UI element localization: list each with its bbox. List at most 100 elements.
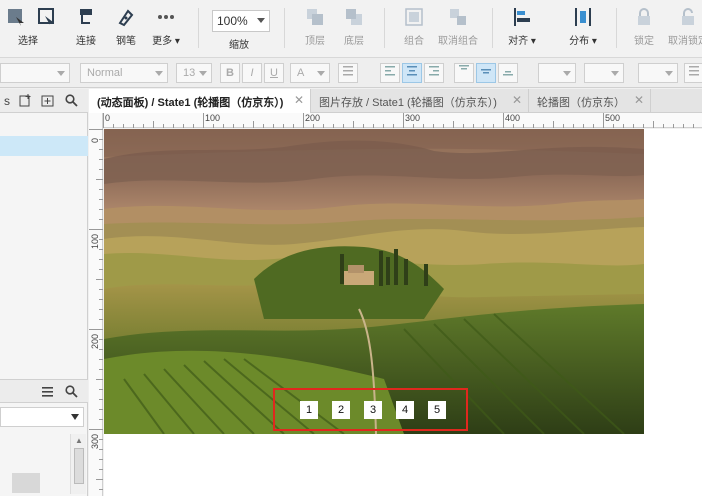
text-align-center-icon: [407, 66, 417, 76]
chevron-down-icon: [665, 71, 673, 76]
ruler-label: 200: [90, 333, 100, 349]
send-back-icon: [343, 6, 365, 28]
align-text-left-button[interactable]: [380, 63, 400, 83]
toolbar-divider: [492, 8, 493, 48]
page-button-3[interactable]: 3: [364, 401, 382, 419]
close-icon[interactable]: ✕: [294, 93, 304, 107]
unlock-label: 取消锁定: [668, 36, 702, 47]
group-button[interactable]: 组合: [394, 6, 434, 47]
page-button-1[interactable]: 1: [300, 401, 318, 419]
ungroup-label: 取消组合: [438, 36, 478, 47]
group-label: 组合: [404, 36, 424, 47]
page-button-2[interactable]: 2: [332, 401, 350, 419]
scroll-up-icon[interactable]: ▲: [75, 436, 83, 445]
tab-carousel-page[interactable]: 轮播图（仿京东） ✕: [529, 89, 651, 113]
text-align-right-icon: [429, 66, 439, 76]
list-button[interactable]: [338, 63, 358, 83]
search-icon[interactable]: [64, 385, 78, 399]
valign-middle-button[interactable]: [476, 63, 496, 83]
chevron-down-icon: [155, 71, 163, 76]
ungroup-button[interactable]: 取消组合: [438, 6, 478, 47]
search-icon[interactable]: [64, 94, 78, 108]
font-family-select[interactable]: [0, 63, 70, 83]
tab-label: (动态面板) / State1 (轮播图（仿京东）): [97, 97, 284, 109]
bring-front-icon: [304, 6, 326, 28]
ruler-label: 300: [90, 433, 100, 449]
tool-connect-button[interactable]: 连接: [66, 6, 106, 47]
bring-front-label: 顶层: [305, 36, 325, 47]
toolbar-divider: [284, 8, 285, 48]
valign-bottom-icon: [503, 71, 513, 76]
main-toolbar: 选择 连接 钢笔 更多 ▾ 100% 缩放 顶层 底层 组合 取消组合 对齐 ▾…: [0, 0, 702, 58]
font-style-select[interactable]: Normal: [80, 63, 168, 83]
line-style-button[interactable]: [684, 63, 702, 83]
page-button-4[interactable]: 4: [396, 401, 414, 419]
italic-button[interactable]: I: [242, 63, 262, 83]
shadow-select[interactable]: [584, 63, 624, 83]
page-button-5[interactable]: 5: [428, 401, 446, 419]
chevron-down-icon: [199, 71, 207, 76]
frame-select-icon: [35, 6, 57, 28]
add-page-icon[interactable]: [18, 94, 32, 108]
tab-image-store-state[interactable]: 图片存放 / State1 (轮播图（仿京东）) ✕: [311, 89, 529, 113]
valign-top-icon: [459, 65, 469, 70]
line-color-select[interactable]: [638, 63, 678, 83]
pages-panel: s ▲: [0, 89, 88, 496]
bold-button[interactable]: B: [220, 63, 240, 83]
align-text-right-button[interactable]: [424, 63, 444, 83]
widget-thumbnail: [12, 473, 40, 493]
close-icon[interactable]: ✕: [634, 93, 644, 107]
unlock-button[interactable]: 取消锁定: [668, 6, 702, 47]
ruler-label: 100: [205, 113, 221, 123]
zoom-select[interactable]: 100%: [212, 10, 270, 32]
horizontal-ruler: 0 100 200 300 400 500: [103, 113, 702, 128]
outline-scrollbar[interactable]: ▲: [70, 434, 86, 494]
chevron-down-icon: [317, 71, 325, 76]
toolbar-divider: [616, 8, 617, 48]
align-text-center-button[interactable]: [402, 63, 422, 83]
underline-button[interactable]: U: [264, 63, 284, 83]
chevron-down-icon: [257, 18, 265, 23]
outline-filter-select[interactable]: [0, 407, 84, 427]
ruler-label: 0: [105, 113, 111, 123]
valign-top-button[interactable]: [454, 63, 474, 83]
font-color-select[interactable]: A: [290, 63, 330, 83]
bring-front-button[interactable]: 顶层: [295, 6, 335, 47]
group-icon: [403, 6, 425, 28]
font-size-select[interactable]: 13: [176, 63, 212, 83]
tool-pen-button[interactable]: 钢笔: [106, 6, 146, 47]
tool-more-button[interactable]: 更多 ▾: [146, 6, 186, 47]
format-toolbar: Normal 13 B I U A: [0, 58, 702, 88]
close-icon[interactable]: ✕: [512, 93, 522, 107]
design-canvas[interactable]: 1 2 3 4 5: [104, 129, 702, 496]
chevron-down-icon: [71, 414, 79, 420]
font-color-icon: A: [297, 67, 305, 79]
distribute-icon: [572, 6, 594, 28]
outline-panel-header: [0, 379, 88, 403]
vertical-ruler: 0 100 200 300: [89, 113, 103, 496]
zoom-label: 缩放: [229, 40, 249, 51]
zoom-value: 100%: [217, 14, 248, 28]
scroll-thumb[interactable]: [74, 448, 84, 484]
add-folder-icon[interactable]: [40, 94, 54, 108]
valign-middle-icon: [481, 69, 491, 74]
tool-select-alt-button[interactable]: [26, 6, 66, 32]
send-back-button[interactable]: 底层: [334, 6, 374, 47]
menu-icon[interactable]: [40, 385, 54, 399]
distribute-button[interactable]: 分布 ▾: [563, 6, 603, 47]
lock-label: 锁定: [634, 36, 654, 47]
ruler-label: 500: [605, 113, 621, 123]
unlock-icon: [677, 6, 699, 28]
fill-color-select[interactable]: [538, 63, 576, 83]
connect-icon: [75, 6, 97, 28]
chevron-down-icon: [57, 71, 65, 76]
ungroup-icon: [447, 6, 469, 28]
font-style-value: Normal: [87, 67, 123, 79]
lock-button[interactable]: 锁定: [624, 6, 664, 47]
valign-bottom-button[interactable]: [498, 63, 518, 83]
tab-dynamic-panel-state[interactable]: (动态面板) / State1 (轮播图（仿京东）) ✕: [89, 89, 311, 114]
align-label: 对齐 ▾: [508, 36, 536, 47]
selected-page-row[interactable]: [0, 136, 88, 156]
align-button[interactable]: 对齐 ▾: [502, 6, 542, 47]
toolbar-divider: [384, 8, 385, 48]
